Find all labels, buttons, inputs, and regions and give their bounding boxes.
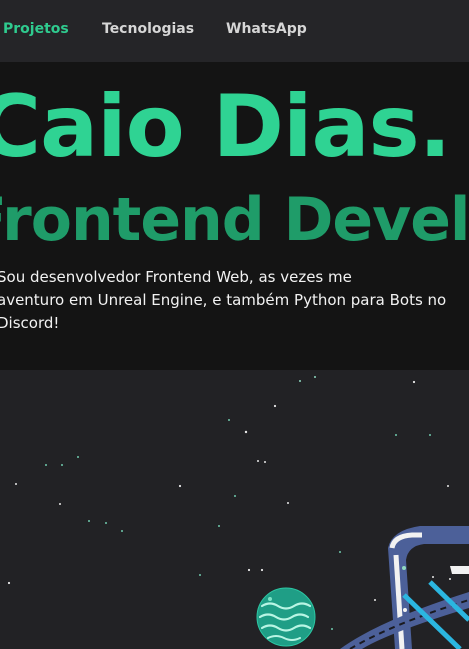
hero-section: Caio Dias. Frontend Developer Sou desenv…	[0, 62, 469, 370]
page: Projetos Tecnologias WhatsApp Caio Dias.…	[0, 0, 469, 649]
nav-item-tecnologias[interactable]: Tecnologias	[102, 21, 194, 37]
space-scene	[0, 370, 469, 649]
planet-icon	[256, 587, 316, 647]
nav-item-projetos[interactable]: Projetos	[3, 21, 69, 37]
space-illustration	[7, 376, 469, 649]
hero-description-line: aventuro em Unreal Engine, e também Pyth…	[0, 291, 447, 309]
top-nav: Projetos Tecnologias WhatsApp	[0, 0, 469, 62]
hero-description: Sou desenvolvedor Frontend Web, as vezes…	[0, 266, 447, 335]
nav-item-whatsapp[interactable]: WhatsApp	[226, 21, 307, 37]
stars-icon	[7, 376, 451, 630]
hero-name: Caio Dias.	[0, 77, 451, 177]
hero-role: Frontend Developer	[0, 185, 469, 255]
ring-icon	[340, 526, 469, 649]
hero-description-line: Sou desenvolvedor Frontend Web, as vezes…	[0, 268, 352, 286]
hero-description-line: Discord!	[0, 314, 60, 332]
